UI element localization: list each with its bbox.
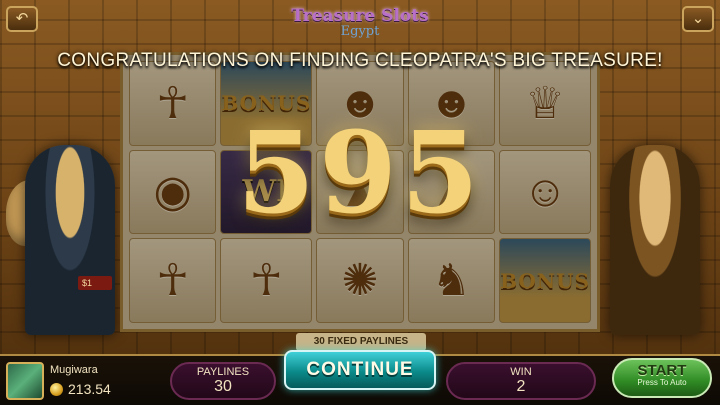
paylines-label: PAYLINES (196, 366, 250, 378)
bet-tag: $1 (78, 276, 112, 290)
game-logo: Treasure Slots Egypt (250, 6, 470, 50)
continue-button[interactable]: CONTINUE (284, 350, 436, 390)
logo-subtitle: Egypt (340, 24, 380, 39)
chevron-down-icon: ⌄ (691, 10, 705, 27)
coin-icon (50, 383, 63, 396)
fixed-paylines-tag: 30 FIXED PAYLINES (296, 333, 426, 351)
start-button[interactable]: START Press To Auto (612, 358, 712, 398)
start-label: START (637, 362, 687, 379)
back-button[interactable]: ↶ (6, 6, 38, 32)
player-info[interactable]: Mugiwara 213.54 (6, 360, 124, 402)
back-arrow-icon: ↶ (15, 10, 29, 27)
balance-value: 213.54 (68, 381, 111, 397)
win-value: 2 (516, 378, 526, 395)
avatar[interactable] (6, 362, 44, 400)
game-screen: $1 ↶ ⌄ Treasure Slots Egypt ☥ BONUS ☻ ☻ ♕ ◉ WI… (0, 0, 720, 405)
congrats-message: CONGRATULATIONS ON FINDING CLEOPATRA'S B… (57, 50, 663, 71)
start-sublabel: Press To Auto (637, 378, 687, 387)
win-label: WIN (510, 366, 532, 378)
win-display: WIN 2 (446, 362, 596, 400)
menu-button[interactable]: ⌄ (682, 6, 714, 32)
logo-title: Treasure Slots (291, 6, 429, 26)
paylines-display: PAYLINES 30 (170, 362, 276, 400)
big-win-amount: 595 (237, 108, 483, 239)
paylines-value: 30 (214, 378, 232, 395)
player-name: Mugiwara (50, 364, 98, 376)
